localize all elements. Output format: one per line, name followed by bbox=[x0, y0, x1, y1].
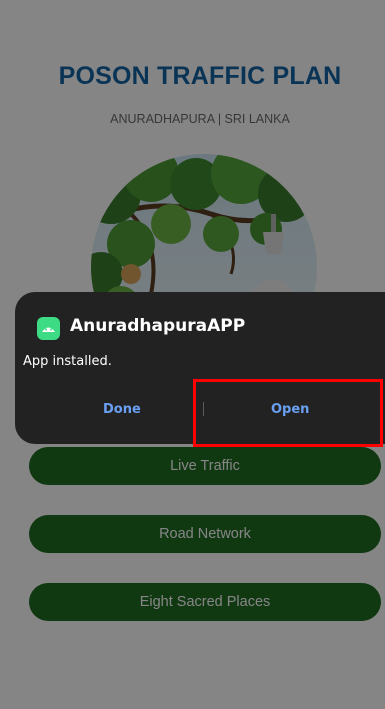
done-button[interactable]: Done bbox=[103, 402, 141, 417]
open-button-highlight bbox=[193, 379, 383, 447]
installed-app-name: AnuradhapuraAPP bbox=[70, 316, 246, 336]
android-icon bbox=[37, 317, 60, 340]
install-status-message: App installed. bbox=[23, 354, 112, 369]
